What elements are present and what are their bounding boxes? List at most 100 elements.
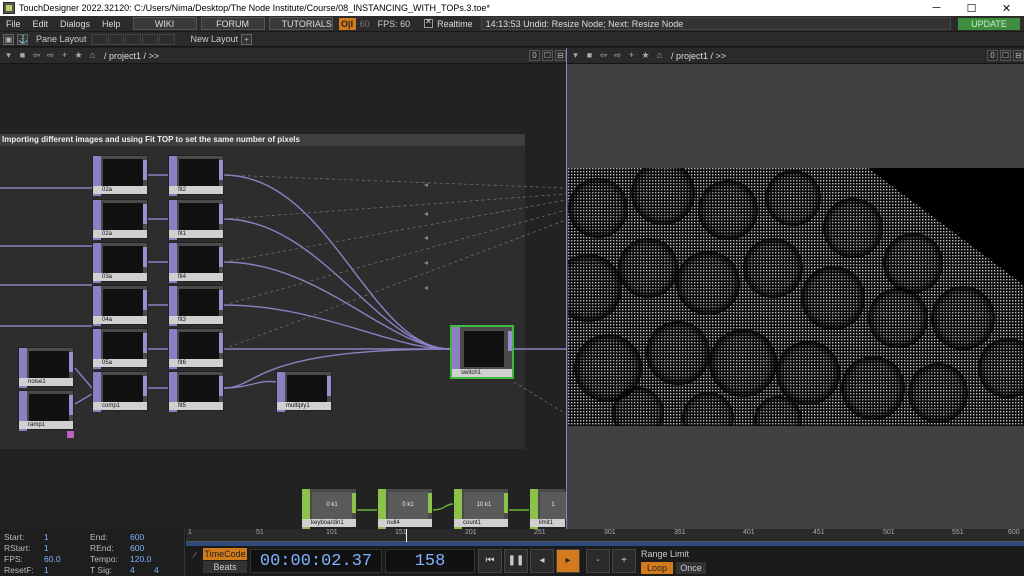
update-button[interactable]: UPDATE <box>958 18 1020 30</box>
timeline-handle-icon[interactable]: ⁄ <box>190 549 200 561</box>
timeline-ruler[interactable]: 1 51 101 151 201 251 301 351 401 451 501… <box>186 529 1024 542</box>
add-icon[interactable]: + <box>626 50 637 61</box>
tsig-denominator[interactable]: 4 <box>154 565 159 575</box>
chop-node-count1[interactable]: 10 k1 count1 <box>453 488 509 529</box>
loop-button[interactable]: Loop <box>641 562 673 574</box>
top-node-fit6[interactable]: fit6 <box>168 328 224 369</box>
fps-value[interactable]: 60.0 <box>44 554 61 564</box>
touchdesigner-logo-icon <box>3 2 15 14</box>
step-back-icon[interactable]: ◂ <box>530 549 554 573</box>
frame-display[interactable]: 158 <box>385 549 475 573</box>
top-node-05a[interactable]: 05a <box>92 328 148 369</box>
range-bar[interactable] <box>186 542 1024 546</box>
tutorials-button[interactable]: TUTORIALS <box>268 17 333 30</box>
top-node-04a[interactable]: 04a <box>92 285 148 326</box>
top-node-ramp1[interactable]: ramp1 <box>18 390 74 431</box>
top-node-fit5[interactable]: fit5 <box>168 371 224 412</box>
pane-menu-icon[interactable]: ▾ <box>570 50 581 61</box>
wiki-button[interactable]: WIKI <box>132 17 197 30</box>
anchor-icon[interactable]: ⚓ <box>17 33 28 45</box>
chop-node-keyboardin1[interactable]: 0 k1 keyboardin1 <box>301 488 357 529</box>
menu-file[interactable]: File <box>0 19 27 29</box>
node-name: fit1 <box>169 230 223 238</box>
bookmark-star-icon[interactable]: ★ <box>73 50 84 61</box>
once-button[interactable]: Once <box>676 562 706 574</box>
close-button[interactable]: ✕ <box>989 2 1024 15</box>
step-minus-icon[interactable]: - <box>586 549 610 573</box>
chop-node-null4[interactable]: 0 k1 null4 <box>377 488 433 529</box>
skip-to-start-icon[interactable]: ⏮ <box>478 549 502 573</box>
step-plus-icon[interactable]: + <box>612 549 636 573</box>
back-icon[interactable]: ⇦ <box>598 50 609 61</box>
menu-help[interactable]: Help <box>96 19 127 29</box>
top-node-02a-b[interactable]: 02a <box>92 199 148 240</box>
maximize-button[interactable]: ☐ <box>954 2 989 15</box>
top-node-03a[interactable]: 03a <box>92 242 148 283</box>
stop-icon[interactable]: ■ <box>584 50 595 61</box>
back-icon[interactable]: ⇦ <box>31 50 42 61</box>
timecode-button[interactable]: TimeCode <box>203 548 247 560</box>
node-name: 05a <box>93 359 147 367</box>
tsig-label: T Sig: <box>90 565 113 575</box>
pane-max-icon[interactable]: ☐ <box>1000 50 1011 61</box>
rend-value[interactable]: 600 <box>130 543 144 553</box>
layout-quad-icon[interactable] <box>141 33 158 45</box>
minimize-button[interactable]: ─ <box>919 2 954 14</box>
pause-icon[interactable]: ❚❚ <box>504 549 528 573</box>
network-editor[interactable]: Importing different images and using Fit… <box>0 64 566 529</box>
layout-bar: ▣ ⚓ Pane Layout New Layout + <box>0 32 1024 47</box>
beats-button[interactable]: Beats <box>203 561 247 573</box>
forum-button[interactable]: FORUM <box>200 17 265 30</box>
network-path[interactable]: / project1 / >> <box>104 51 159 61</box>
top-node-multiply1[interactable]: multiply1 <box>276 371 332 412</box>
playhead[interactable] <box>406 529 407 542</box>
menu-edit[interactable]: Edit <box>27 19 55 29</box>
top-node-fit3[interactable]: fit3 <box>168 285 224 326</box>
perform-mode-button[interactable]: O|I <box>338 17 356 30</box>
top-node-fit4[interactable]: fit4 <box>168 242 224 283</box>
range-limit-label: Range Limit <box>641 549 690 559</box>
rstart-value[interactable]: 1 <box>44 543 49 553</box>
node-name: fit5 <box>169 402 223 410</box>
viewer-path[interactable]: / project1 / >> <box>671 51 726 61</box>
bookmark-star-icon[interactable]: ★ <box>640 50 651 61</box>
flag-icon[interactable] <box>67 431 74 438</box>
tempo-value[interactable]: 120.0 <box>130 554 151 564</box>
add-icon[interactable]: + <box>59 50 70 61</box>
layout-split-h-icon[interactable] <box>107 33 124 45</box>
layout-triple-icon[interactable] <box>158 33 175 45</box>
image-icon[interactable]: ▣ <box>3 33 14 45</box>
pane-zero-button[interactable]: 0 <box>529 50 540 61</box>
top-node-switch1[interactable]: switch1 <box>450 325 514 379</box>
output-viewer-pane[interactable] <box>567 64 1024 529</box>
layout-single-icon[interactable] <box>90 33 107 45</box>
end-value[interactable]: 600 <box>130 532 144 542</box>
pane-split-icon[interactable]: ⊟ <box>555 50 566 61</box>
forward-icon[interactable]: ⇨ <box>612 50 623 61</box>
top-node-fit2[interactable]: fit2 <box>168 155 224 196</box>
top-node-02a[interactable]: 02a <box>92 155 148 196</box>
menu-dialogs[interactable]: Dialogs <box>54 19 96 29</box>
top-node-noise1[interactable]: noise1 <box>18 347 74 388</box>
status-message: 14:13:53 Undid: Resize Node; Next: Resiz… <box>480 17 951 30</box>
home-icon[interactable]: ⌂ <box>87 50 98 61</box>
new-layout-button[interactable]: + <box>241 33 253 45</box>
realtime-checkbox[interactable] <box>424 17 434 28</box>
chop-node-limit1[interactable]: 1 limit1 <box>529 488 566 529</box>
pane-zero-button[interactable]: 0 <box>987 50 998 61</box>
pane-max-icon[interactable]: ☐ <box>542 50 553 61</box>
node-viewer <box>29 394 69 421</box>
home-icon[interactable]: ⌂ <box>654 50 665 61</box>
stop-icon[interactable]: ■ <box>17 50 28 61</box>
pane-menu-icon[interactable]: ▾ <box>3 50 14 61</box>
play-icon[interactable]: ▸ <box>556 549 580 573</box>
forward-icon[interactable]: ⇨ <box>45 50 56 61</box>
resetf-value[interactable]: 1 <box>44 565 49 575</box>
layout-split-v-icon[interactable] <box>124 33 141 45</box>
start-value[interactable]: 1 <box>44 532 49 542</box>
pane-split-icon[interactable]: ⊟ <box>1013 50 1024 61</box>
timecode-display[interactable]: 00:00:02.37 <box>250 549 382 573</box>
tsig-numerator[interactable]: 4 <box>130 565 135 575</box>
top-node-fit1[interactable]: fit1 <box>168 199 224 240</box>
top-node-comp1[interactable]: comp1 <box>92 371 148 412</box>
